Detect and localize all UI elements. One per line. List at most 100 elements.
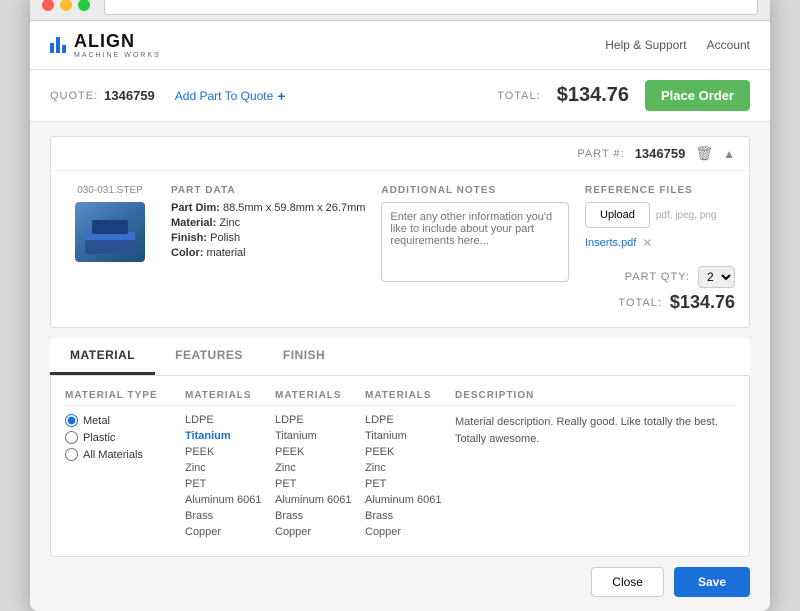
part-material-label: Material: <box>171 217 216 229</box>
type-metal[interactable]: Metal <box>65 414 185 427</box>
mat-brass-3[interactable]: Brass <box>365 510 455 522</box>
file-types: pdf, jpeg, png <box>656 210 717 221</box>
collapse-icon[interactable]: ▲ <box>723 147 735 161</box>
materials-col1-header: MATERIALS <box>185 390 275 406</box>
mat-ldpe-3[interactable]: LDPE <box>365 414 455 426</box>
close-button[interactable]: Close <box>591 567 664 597</box>
part-dim: Part Dim: 88.5mm x 59.8mm x 26.7mm <box>171 202 365 214</box>
quote-label: QUOTE: <box>50 90 98 102</box>
material-type-header: MATERIAL TYPE <box>65 390 185 406</box>
address-bar[interactable] <box>104 0 758 15</box>
part-finish-value: Polish <box>210 232 240 244</box>
part-color-label: Color: <box>171 247 203 259</box>
part-total-value: $134.76 <box>670 292 735 313</box>
place-order-button[interactable]: Place Order <box>645 80 750 111</box>
maximize-button[interactable] <box>78 0 90 11</box>
mat-peek-2[interactable]: PEEK <box>275 446 365 458</box>
material-grid: MATERIAL TYPE Metal Plastic All Material… <box>65 390 735 542</box>
mat-titanium-1[interactable]: Titanium <box>185 430 275 442</box>
material-panel: MATERIAL TYPE Metal Plastic All Material… <box>50 376 750 557</box>
add-part-button[interactable]: Add Part To Quote + <box>175 88 286 104</box>
upload-row: Upload pdf, jpeg, png <box>585 202 735 228</box>
ref-file-link[interactable]: Inserts.pdf <box>585 237 636 249</box>
nav-help[interactable]: Help & Support <box>605 38 686 52</box>
tabs: MATERIAL FEATURES FINISH <box>50 338 750 376</box>
type-plastic-label: Plastic <box>83 432 115 444</box>
part-finish: Finish: Polish <box>171 232 365 244</box>
part-color: Color: material <box>171 247 365 259</box>
footer-buttons: Close Save <box>50 557 750 597</box>
mat-zinc-3[interactable]: Zinc <box>365 462 455 474</box>
reference-files-section: REFERENCE FILES Upload pdf, jpeg, png In… <box>585 185 735 256</box>
mat-copper-3[interactable]: Copper <box>365 526 455 538</box>
nav-links: Help & Support Account <box>605 38 750 52</box>
part-body: 030-031.STEP PART DATA Part Dim: 88.5mm … <box>51 171 749 327</box>
mat-zinc-2[interactable]: Zinc <box>275 462 365 474</box>
save-button[interactable]: Save <box>674 567 750 597</box>
total-label: TOTAL: <box>497 90 541 102</box>
mat-titanium-2[interactable]: Titanium <box>275 430 365 442</box>
type-all[interactable]: All Materials <box>65 448 185 461</box>
part-finish-label: Finish: <box>171 232 207 244</box>
description-col: DESCRIPTION Material description. Really… <box>455 390 735 542</box>
mat-al-3[interactable]: Aluminum 6061 <box>365 494 455 506</box>
logo: ALIGN MACHINE WORKS <box>50 31 161 59</box>
type-plastic[interactable]: Plastic <box>65 431 185 444</box>
close-button[interactable] <box>42 0 54 11</box>
logo-subtitle: MACHINE WORKS <box>74 52 161 59</box>
mat-pet-1[interactable]: PET <box>185 478 275 490</box>
mat-peek-3[interactable]: PEEK <box>365 446 455 458</box>
part-thumbnail <box>75 202 145 262</box>
mat-ldpe-1[interactable]: LDPE <box>185 414 275 426</box>
mat-al-2[interactable]: Aluminum 6061 <box>275 494 365 506</box>
tab-features[interactable]: FEATURES <box>155 338 263 375</box>
tab-finish[interactable]: FINISH <box>263 338 345 375</box>
add-part-label: Add Part To Quote <box>175 89 274 103</box>
materials-col-3: MATERIALS LDPE Titanium PEEK Zinc PET Al… <box>365 390 455 542</box>
part-total-label: TOTAL: <box>618 297 662 309</box>
type-metal-label: Metal <box>83 415 110 427</box>
material-type-col: MATERIAL TYPE Metal Plastic All Material… <box>65 390 185 542</box>
part-data-section: PART DATA Part Dim: 88.5mm x 59.8mm x 26… <box>171 185 365 313</box>
mat-ldpe-2[interactable]: LDPE <box>275 414 365 426</box>
upload-button[interactable]: Upload <box>585 202 650 228</box>
titlebar <box>30 0 770 21</box>
mat-pet-2[interactable]: PET <box>275 478 365 490</box>
additional-notes-section: ADDITIONAL NOTES <box>381 185 569 313</box>
tab-material[interactable]: MATERIAL <box>50 338 155 375</box>
remove-file-icon[interactable]: ✕ <box>642 236 652 250</box>
mat-al-1[interactable]: Aluminum 6061 <box>185 494 275 506</box>
logo-icon <box>50 37 66 53</box>
mat-zinc-1[interactable]: Zinc <box>185 462 275 474</box>
qty-label: PART QTY: <box>625 271 690 283</box>
part-filename: 030-031.STEP <box>77 185 143 196</box>
part-qty-row: PART QTY: 2 1 3 4 5 <box>585 266 735 288</box>
tabs-container: MATERIAL FEATURES FINISH MATERIAL TYPE M… <box>50 338 750 557</box>
part-material: Material: Zinc <box>171 217 365 229</box>
nav-account[interactable]: Account <box>707 38 750 52</box>
part-total-row: TOTAL: $134.76 <box>585 292 735 313</box>
plus-icon: + <box>277 88 285 104</box>
notes-title: ADDITIONAL NOTES <box>381 185 569 196</box>
mat-peek-1[interactable]: PEEK <box>185 446 275 458</box>
total-amount: $134.76 <box>557 84 629 107</box>
mat-brass-1[interactable]: Brass <box>185 510 275 522</box>
mat-copper-1[interactable]: Copper <box>185 526 275 538</box>
logo-title: ALIGN <box>74 31 161 52</box>
notes-input[interactable] <box>381 202 569 282</box>
mat-copper-2[interactable]: Copper <box>275 526 365 538</box>
minimize-button[interactable] <box>60 0 72 11</box>
quote-total-section: TOTAL: $134.76 Place Order <box>497 80 750 111</box>
quote-bar: QUOTE: 1346759 Add Part To Quote + TOTAL… <box>30 70 770 122</box>
navbar: ALIGN MACHINE WORKS Help & Support Accou… <box>30 21 770 70</box>
part-color-value: material <box>206 247 245 259</box>
delete-part-icon[interactable]: 🗑 <box>695 145 713 162</box>
mat-brass-2[interactable]: Brass <box>275 510 365 522</box>
type-all-label: All Materials <box>83 449 143 461</box>
quote-number: 1346759 <box>104 88 155 103</box>
mat-pet-3[interactable]: PET <box>365 478 455 490</box>
qty-select[interactable]: 2 1 3 4 5 <box>698 266 735 288</box>
mat-titanium-3[interactable]: Titanium <box>365 430 455 442</box>
part-num-label: PART #: <box>577 148 624 160</box>
part-header: PART #: 1346759 🗑 ▲ <box>51 137 749 171</box>
